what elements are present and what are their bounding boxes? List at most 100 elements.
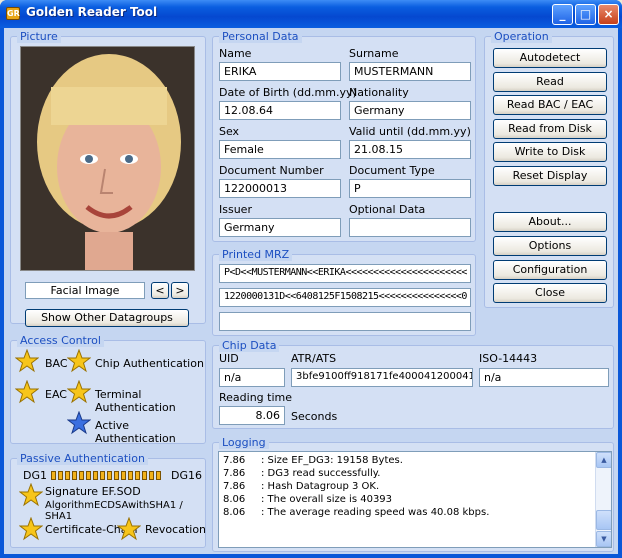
log-row: 8.06: The average reading speed was 40.0… <box>223 507 490 518</box>
scroll-thumb[interactable] <box>596 510 611 530</box>
mrz-line-3[interactable] <box>219 312 471 331</box>
dg-status-13 <box>135 471 140 480</box>
iso-14443-label: ISO-14443 <box>479 352 538 365</box>
certificate-chain-star-icon <box>19 517 43 541</box>
mrz-line-2[interactable]: 1220000131D<<6408125F1508215<<<<<<<<<<<<… <box>219 288 471 307</box>
client-area: Picture Facial Image < > Show Other Data… <box>4 28 618 554</box>
log-row: 8.06: The overall size is 40393 <box>223 494 393 505</box>
logging-group-title: Logging <box>219 436 269 449</box>
chip-authentication-star-icon <box>67 349 91 373</box>
operation-group: Operation Autodetect Read Read BAC / EAC… <box>484 30 614 308</box>
scroll-down-icon[interactable]: ▼ <box>596 531 611 547</box>
eac-star-icon <box>15 380 39 404</box>
log-text-area[interactable]: 7.86: Size EF_DG3: 19158 Bytes. 7.86: DG… <box>218 451 612 548</box>
chip-authentication-label: Chip Authentication <box>95 357 204 370</box>
configuration-button[interactable]: Configuration <box>493 260 607 280</box>
passive-authentication-group: Passive Authentication DG1 DG16 Signatur… <box>10 452 207 548</box>
show-other-datagroups-button[interactable]: Show Other Datagroups <box>25 309 189 327</box>
close-window-button[interactable]: × <box>598 4 619 25</box>
issuer-field[interactable]: Germany <box>219 218 341 237</box>
dg-status-2 <box>58 471 63 480</box>
read-button[interactable]: Read <box>493 72 607 92</box>
passive-authentication-group-title: Passive Authentication <box>17 452 148 465</box>
document-type-label: Document Type <box>349 164 435 177</box>
active-authentication-star-icon <box>67 411 91 435</box>
title-bar[interactable]: GR Golden Reader Tool _ □ × <box>0 0 622 28</box>
reset-display-button[interactable]: Reset Display <box>493 166 607 186</box>
close-button[interactable]: Close <box>493 283 607 303</box>
mrz-line-1[interactable]: P<D<<MUSTERMANN<<ERIKA<<<<<<<<<<<<<<<<<<… <box>219 264 471 283</box>
uid-label: UID <box>219 352 239 365</box>
document-number-label: Document Number <box>219 164 324 177</box>
valid-until-field[interactable]: 21.08.15 <box>349 140 471 159</box>
name-field[interactable]: ERIKA <box>219 62 341 81</box>
dg-status-3 <box>65 471 70 480</box>
revocation-star-icon <box>117 517 141 541</box>
terminal-authentication-label: Terminal Authentication <box>95 388 176 414</box>
iso-14443-field[interactable]: n/a <box>479 368 609 387</box>
personal-data-group-title: Personal Data <box>219 30 302 43</box>
previous-image-button[interactable]: < <box>151 282 169 299</box>
access-control-group-title: Access Control <box>17 334 104 347</box>
signature-label: Signature EF.SOD <box>45 485 141 498</box>
surname-field[interactable]: MUSTERMANN <box>349 62 471 81</box>
revocation-label: Revocation <box>145 523 207 536</box>
document-number-field[interactable]: 122000013 <box>219 179 341 198</box>
dg-status-9 <box>107 471 112 480</box>
optional-data-field[interactable] <box>349 218 471 237</box>
sex-field[interactable]: Female <box>219 140 341 159</box>
dg-status-11 <box>121 471 126 480</box>
atr-ats-label: ATR/ATS <box>291 352 337 365</box>
reading-time-label: Reading time <box>219 391 292 404</box>
atr-ats-field[interactable]: 3bfe9100ff918171fe40004120004177c1020 <box>291 368 473 387</box>
facial-image <box>20 46 195 271</box>
write-to-disk-button[interactable]: Write to Disk <box>493 142 607 162</box>
bac-label: BAC <box>45 357 68 370</box>
dg-status-4 <box>72 471 77 480</box>
app-icon: GR <box>6 7 20 20</box>
dg-status-1 <box>51 471 56 480</box>
log-row: 7.86: DG3 read successfully. <box>223 468 381 479</box>
printed-mrz-group-title: Printed MRZ <box>219 248 293 261</box>
picture-group-title: Picture <box>17 30 61 43</box>
sex-label: Sex <box>219 125 240 138</box>
autodetect-button[interactable]: Autodetect <box>493 48 607 68</box>
datagroup-status-bar <box>51 471 169 481</box>
about-button[interactable]: About... <box>493 212 607 232</box>
dg1-label: DG1 <box>23 469 47 482</box>
valid-until-label: Valid until (dd.mm.yy) <box>349 125 471 138</box>
read-bac-eac-button[interactable]: Read BAC / EAC <box>493 95 607 115</box>
issuer-label: Issuer <box>219 203 252 216</box>
dob-field[interactable]: 12.08.64 <box>219 101 341 120</box>
reading-time-field[interactable]: 8.06 <box>219 406 285 425</box>
log-row: 7.86: Hash Datagroup 3 OK. <box>223 481 380 492</box>
signature-star-icon <box>19 483 43 507</box>
printed-mrz-group: Printed MRZ P<D<<MUSTERMANN<<ERIKA<<<<<<… <box>212 248 476 336</box>
eac-label: EAC <box>45 388 67 401</box>
dg-status-10 <box>114 471 119 480</box>
access-control-group: Access Control BAC Chip Authentication E… <box>10 334 206 445</box>
uid-field[interactable]: n/a <box>219 368 285 387</box>
chip-data-group: Chip Data UID n/a ATR/ATS 3bfe9100ff9181… <box>212 339 614 429</box>
bac-star-icon <box>15 349 39 373</box>
nationality-field[interactable]: Germany <box>349 101 471 120</box>
main-window: GR Golden Reader Tool _ □ × Picture Faci… <box>0 0 622 558</box>
options-button[interactable]: Options <box>493 236 607 256</box>
face-portrait-icon <box>21 47 194 270</box>
dg-status-8 <box>100 471 105 480</box>
facial-image-caption: Facial Image <box>25 282 145 299</box>
next-image-button[interactable]: > <box>171 282 189 299</box>
document-type-field[interactable]: P <box>349 179 471 198</box>
dg-status-7 <box>93 471 98 480</box>
maximize-button[interactable]: □ <box>575 4 596 25</box>
dg-status-12 <box>128 471 133 480</box>
chip-data-group-title: Chip Data <box>219 339 280 352</box>
minimize-button[interactable]: _ <box>552 4 573 25</box>
log-scrollbar[interactable]: ▲ ▼ <box>595 452 611 547</box>
picture-group: Picture Facial Image < > Show Other Data… <box>10 30 206 327</box>
scroll-up-icon[interactable]: ▲ <box>596 452 611 468</box>
personal-data-group: Personal Data Name ERIKA Surname MUSTERM… <box>212 30 476 242</box>
read-from-disk-button[interactable]: Read from Disk <box>493 119 607 139</box>
terminal-authentication-star-icon <box>67 380 91 404</box>
name-label: Name <box>219 47 252 60</box>
